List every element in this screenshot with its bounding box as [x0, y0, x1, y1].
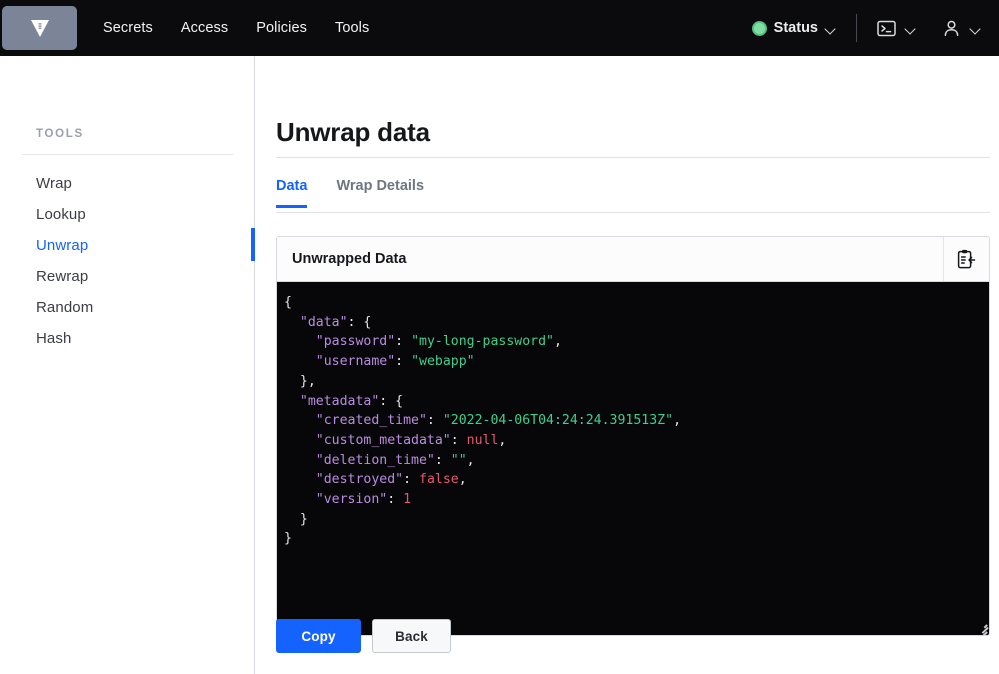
sidebar-nav-list: Wrap Lookup Unwrap Rewrap Random Hash — [0, 168, 255, 354]
main-content: Unwrap data Data Wrap Details Unwrapped … — [255, 56, 999, 674]
sidebar-item-label: Hash — [36, 330, 72, 347]
sidebar-divider — [22, 154, 233, 155]
chevron-down-icon — [970, 25, 981, 32]
status-indicator-icon — [751, 20, 767, 36]
chevron-down-icon — [825, 25, 836, 32]
top-navbar: Secrets Access Policies Tools Status — [0, 0, 999, 56]
console-menu[interactable] — [877, 20, 916, 37]
nav-link-tools[interactable]: Tools — [335, 20, 369, 36]
code-block-container[interactable]: { "data": { "password": "my-long-passwor… — [277, 282, 989, 635]
user-menu[interactable] — [942, 19, 981, 38]
navbar-right-group: Status — [751, 14, 981, 42]
back-button[interactable]: Back — [372, 619, 451, 653]
status-menu[interactable]: Status — [751, 20, 836, 36]
sidebar-item-hash[interactable]: Hash — [0, 323, 255, 354]
sidebar-item-label: Rewrap — [36, 268, 89, 285]
tab-bar: Data Wrap Details — [276, 178, 990, 213]
nav-link-access[interactable]: Access — [181, 20, 228, 36]
sidebar-item-label: Wrap — [36, 175, 72, 192]
tab-bar-divider — [276, 212, 990, 213]
page-title-divider — [276, 157, 990, 158]
copy-to-clipboard-button[interactable] — [943, 237, 989, 281]
unwrapped-data-json: { "data": { "password": "my-long-passwor… — [284, 295, 682, 547]
chevron-down-icon — [905, 25, 916, 32]
clipboard-copy-icon — [957, 249, 976, 269]
sidebar-item-lookup[interactable]: Lookup — [0, 199, 255, 230]
status-label: Status — [773, 20, 818, 36]
unwrapped-data-card: Unwrapped Data { "data": { "password": "… — [276, 236, 990, 636]
user-icon — [944, 20, 959, 36]
sidebar: TOOLS Wrap Lookup Unwrap Rewrap Random H… — [0, 56, 255, 674]
sidebar-item-label: Unwrap — [36, 237, 89, 254]
card-title: Unwrapped Data — [292, 251, 407, 267]
sidebar-item-unwrap[interactable]: Unwrap — [0, 228, 255, 261]
navbar-divider — [856, 14, 857, 42]
sidebar-item-rewrap[interactable]: Rewrap — [0, 261, 255, 292]
nav-link-policies[interactable]: Policies — [256, 20, 307, 36]
sidebar-item-wrap[interactable]: Wrap — [0, 168, 255, 199]
tab-wrap-details[interactable]: Wrap Details — [336, 178, 424, 208]
primary-nav: Secrets Access Policies Tools — [103, 20, 369, 36]
tab-data[interactable]: Data — [276, 178, 308, 208]
sidebar-item-label: Lookup — [36, 206, 86, 223]
nav-link-secrets[interactable]: Secrets — [103, 20, 153, 36]
copy-button[interactable]: Copy — [276, 619, 361, 653]
action-buttons: Copy Back — [276, 619, 451, 653]
resize-handle-icon[interactable] — [974, 621, 988, 635]
vault-logo-icon[interactable] — [2, 6, 77, 50]
sidebar-section-title: TOOLS — [36, 128, 84, 140]
sidebar-item-random[interactable]: Random — [0, 292, 255, 323]
console-icon — [877, 20, 896, 36]
card-header: Unwrapped Data — [277, 237, 989, 282]
sidebar-item-label: Random — [36, 299, 94, 316]
page-title: Unwrap data — [276, 117, 430, 147]
